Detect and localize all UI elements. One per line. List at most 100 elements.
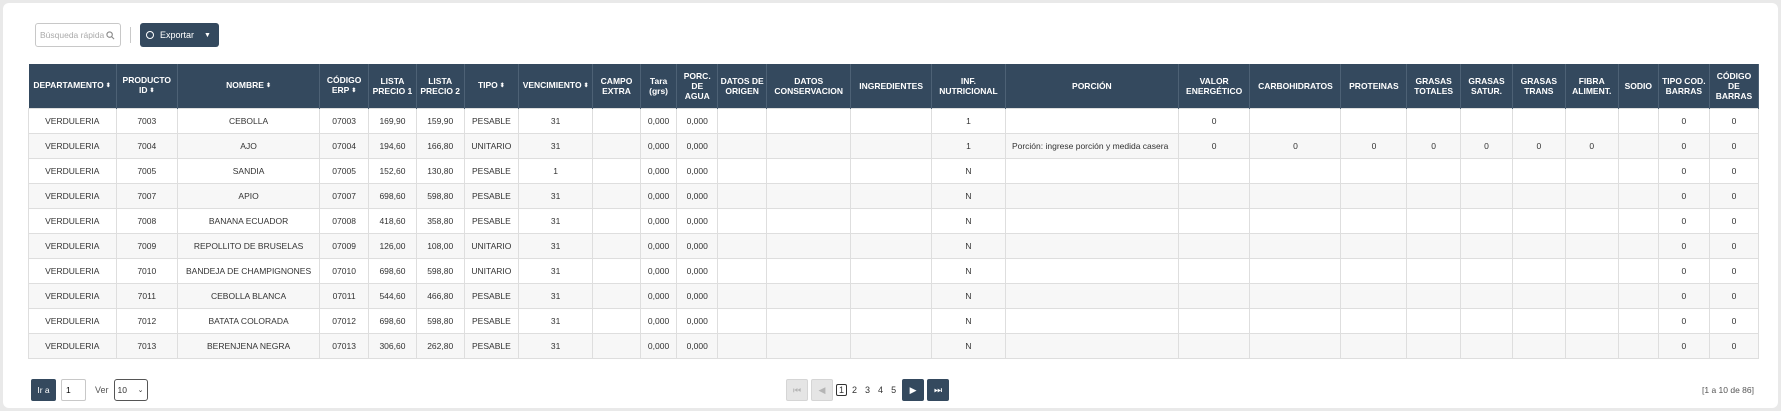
table-cell [766,307,852,334]
table-cell: 0 [1708,232,1760,259]
sort-icon[interactable]: ⬍ [584,83,589,89]
table-cell [717,107,768,134]
table-cell: 306,60 [368,332,417,359]
table-cell [1406,157,1461,184]
table-cell [1177,307,1251,334]
column-header[interactable]: DEPARTAMENTO ⬍ [28,64,117,108]
table-cell: 166,80 [415,132,465,159]
table-row[interactable]: VERDULERIA 7013 BERENJENA NEGRA 07013 306,60… [28,332,1760,359]
first-page-button[interactable]: ⏮ [786,379,808,401]
column-header[interactable]: PRODUCTO ID ⬍ [116,64,178,108]
table-cell [592,332,641,359]
table-cell [1340,157,1408,184]
table-cell [850,307,933,334]
table-cell: 0 [1249,132,1342,159]
sort-icon[interactable]: ⬍ [351,88,356,94]
table-cell: VERDULERIA [28,132,117,159]
table-cell [1004,232,1179,259]
table-cell: 698,60 [368,307,417,334]
goto-page-button[interactable]: Ir a [31,379,56,401]
quick-search[interactable] [35,23,121,47]
table-cell: 7003 [115,107,178,134]
page-number-link[interactable]: 3 [862,385,873,395]
table-row[interactable]: VERDULERIA 7005 SANDIA 07005 152,60 130,80 PES… [28,157,1760,184]
page-number-link[interactable]: 1 [836,384,848,396]
goto-page-input[interactable] [61,379,86,401]
table-cell [1004,182,1179,209]
column-header[interactable]: VENCIMIENTO ⬍ [518,64,594,108]
table-cell: 7009 [115,232,178,259]
table-cell: 130,80 [415,157,465,184]
table-cell: UNITARIO [463,232,520,259]
table-cell: PESABLE [463,307,520,334]
search-input[interactable] [40,30,106,40]
table-cell [1512,157,1566,184]
export-button[interactable]: Exportar ▼ [140,23,219,47]
column-header-label: FIBRA ALIMENT. [1572,75,1612,96]
column-header-label: DATOS CONSERVACION [774,75,843,96]
table-row[interactable]: VERDULERIA 7008 BANANA ECUADOR 07008 418,60 3… [28,207,1760,234]
table-cell [1177,207,1251,234]
next-page-button[interactable]: ▶ [902,379,925,401]
table-cell [766,332,852,359]
table-cell: 07009 [319,232,370,259]
table-cell: VERDULERIA [28,232,117,259]
table-cell [1177,232,1251,259]
column-header: SODIO [1618,64,1659,108]
toolbar: Exportar ▼ [35,23,219,47]
column-header-label: GRASAS TOTALES [1414,75,1454,96]
table-cell: BERENJENA NEGRA [176,332,321,359]
table-cell [1617,332,1659,359]
column-header-label: CAMPO EXTRA [600,75,633,96]
table-cell: UNITARIO [463,132,520,159]
table-row[interactable]: VERDULERIA 7011 CEBOLLA BLANCA 07011 544,60 4… [28,282,1760,309]
page-size-value: 10 [117,385,127,395]
table-cell: VERDULERIA [28,107,117,134]
column-header[interactable]: NOMBRE ⬍ [177,64,321,108]
table-cell: 0 [1657,157,1710,184]
table-row[interactable]: VERDULERIA 7003 CEBOLLA 07003 169,90 159,90 PE… [28,107,1760,134]
table-cell: 07003 [319,107,370,134]
table-cell: 544,60 [368,282,417,309]
table-cell: N [931,307,1006,334]
page-number-link[interactable]: 4 [875,385,886,395]
table-cell [1564,107,1619,134]
page-numbers: 12345 [836,384,899,396]
table-cell: 07007 [319,182,370,209]
column-header[interactable]: CÓDIGO ERP ⬍ [319,64,370,108]
table-cell [1004,157,1179,184]
table-cell [766,257,852,284]
table-cell [1459,207,1514,234]
sort-icon[interactable]: ⬍ [500,83,505,89]
table-cell [717,282,768,309]
table-cell: 0 [1657,207,1710,234]
table-cell: 0 [1708,332,1760,359]
table-cell: 31 [518,182,594,209]
table-row[interactable]: VERDULERIA 7010 BANDEJA DE CHAMPIGNONES 070… [28,257,1760,284]
column-header: CARBOHIDRATOS [1249,64,1342,108]
page-number-link[interactable]: 5 [888,385,899,395]
table-cell [717,332,768,359]
column-header[interactable]: TIPO ⬍ [464,64,520,108]
table-cell: 07010 [319,257,370,284]
prev-page-button[interactable]: ◀ [811,379,833,401]
table-row[interactable]: VERDULERIA 7007 APIO 07007 698,60 598,80 PESAB… [28,182,1760,209]
table-cell: 0 [1708,257,1760,284]
table-cell [766,207,852,234]
sort-icon[interactable]: ⬍ [106,83,111,89]
table-cell: 1 [931,107,1006,134]
search-icon[interactable] [106,30,115,40]
sort-icon[interactable]: ⬍ [150,88,155,94]
table-cell [1459,257,1514,284]
sort-icon[interactable]: ⬍ [266,83,271,89]
table-row[interactable]: VERDULERIA 7004 AJO 07004 194,60 166,80 UNITAR… [28,132,1760,159]
table-cell [1459,157,1514,184]
page-size-select[interactable]: 10 ⌄ [113,379,148,401]
column-header: FIBRA ALIMENT. [1565,64,1619,108]
page-number-link[interactable]: 2 [849,385,860,395]
table-row[interactable]: VERDULERIA 7012 BATATA COLORADA 07012 698,60… [28,307,1760,334]
last-page-button[interactable]: ⏭ [927,379,950,401]
table-cell [1459,232,1514,259]
table-cell: 0 [1657,107,1710,134]
table-row[interactable]: VERDULERIA 7009 REPOLLITO DE BRUSELAS 07009… [28,232,1760,259]
